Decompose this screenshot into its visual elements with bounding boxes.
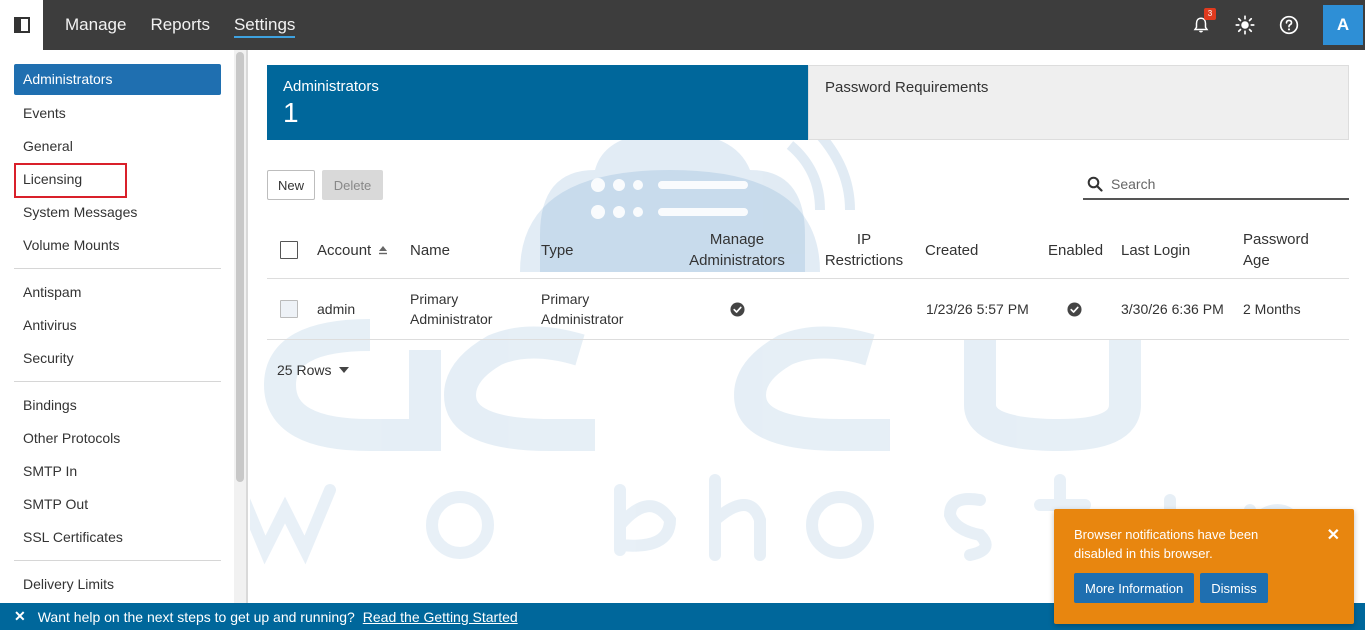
close-icon[interactable]: ✕ [14, 608, 26, 625]
sun-icon [1235, 15, 1255, 35]
check-icon [729, 301, 745, 317]
user-avatar[interactable]: A [1323, 5, 1363, 45]
select-all-checkbox[interactable] [280, 241, 298, 259]
search-icon [1087, 176, 1103, 192]
help-button[interactable] [1267, 0, 1311, 50]
cell-last-login: 3/30/26 6:36 PM [1121, 301, 1224, 317]
caret-down-icon [339, 367, 350, 373]
column-header-account[interactable]: Account [317, 222, 389, 278]
sidebar-toggle-icon [13, 17, 30, 33]
dismiss-button[interactable]: Dismiss [1200, 573, 1268, 603]
sidebar-item-other-protocols[interactable]: Other Protocols [14, 422, 221, 455]
new-button[interactable]: New [267, 170, 315, 200]
cell-account: admin [317, 301, 356, 317]
sidebar-list: Administrators Events General Licensing … [14, 64, 221, 601]
cell-ip-restrictions [819, 279, 909, 339]
cell-type: Primary Administrator [541, 291, 624, 327]
top-icons: 3 A [1179, 0, 1365, 50]
tab-administrators[interactable]: Administrators 1 [267, 65, 808, 140]
admin-tabs: Administrators 1 Password Requirements [267, 65, 1349, 140]
sidebar-item-general[interactable]: General [14, 130, 221, 163]
sidebar-divider [14, 381, 221, 382]
sidebar-item-smtp-out[interactable]: SMTP Out [14, 488, 221, 521]
search-box [1083, 170, 1349, 200]
sidebar-item-antispam[interactable]: Antispam [14, 276, 221, 309]
top-bar: Manage Reports Settings 3 A [0, 0, 1365, 50]
notification-badge: 3 [1204, 8, 1216, 20]
check-icon [1066, 301, 1082, 317]
theme-toggle-button[interactable] [1223, 0, 1267, 50]
rows-per-page-label: 25 Rows [277, 362, 332, 378]
notifications-button[interactable]: 3 [1179, 0, 1223, 50]
sidebar-item-administrators[interactable]: Administrators [14, 64, 221, 95]
sidebar-item-system-messages[interactable]: System Messages [14, 196, 221, 229]
sidebar-item-volume-mounts[interactable]: Volume Mounts [14, 229, 221, 262]
tab-label: Administrators [283, 78, 379, 95]
cell-manage-administrators [682, 279, 792, 339]
column-header-password-age[interactable]: Password Age [1243, 222, 1323, 278]
sidebar-item-security[interactable]: Security [14, 342, 221, 375]
column-header-name[interactable]: Name [410, 222, 450, 278]
column-header-last-login[interactable]: Last Login [1121, 222, 1190, 278]
help-icon [1279, 15, 1299, 35]
table-toolbar: New Delete [267, 170, 1349, 202]
settings-sidebar: Administrators Events General Licensing … [0, 50, 248, 603]
sidebar-item-ssl-certificates[interactable]: SSL Certificates [14, 521, 221, 554]
table-row[interactable]: admin Primary Administrator Primary Admi… [267, 279, 1349, 340]
table-header: Account Name Type Manage Administrators … [267, 222, 1349, 279]
toast-message: Browser notifications have been disabled… [1074, 527, 1259, 561]
sidebar-item-antivirus[interactable]: Antivirus [14, 309, 221, 342]
toast-actions: More Information Dismiss [1074, 573, 1268, 603]
cell-password-age: 2 Months [1243, 301, 1301, 317]
column-header-enabled[interactable]: Enabled [1048, 222, 1103, 278]
column-header-created[interactable]: Created [925, 222, 978, 278]
sidebar-item-delivery-limits[interactable]: Delivery Limits [14, 568, 221, 601]
column-header-ip-restrictions[interactable]: IP Restrictions [819, 222, 909, 278]
sidebar-item-bindings[interactable]: Bindings [14, 389, 221, 422]
column-label: Account [317, 241, 372, 259]
notification-toast: Browser notifications have been disabled… [1054, 509, 1354, 624]
nav-reports[interactable]: Reports [150, 0, 210, 50]
tab-label: Password Requirements [825, 79, 989, 96]
row-checkbox[interactable] [280, 300, 298, 318]
sidebar-item-smtp-in[interactable]: SMTP In [14, 455, 221, 488]
select-all-cell [280, 222, 298, 278]
sidebar-divider [14, 268, 221, 269]
sidebar-item-licensing[interactable]: Licensing [14, 163, 221, 198]
search-input[interactable] [1111, 176, 1341, 192]
column-header-manage-administrators[interactable]: Manage Administrators [682, 222, 792, 278]
sidebar-scrollbar-thumb[interactable] [236, 52, 244, 482]
toast-close-icon[interactable]: ✕ [1327, 525, 1340, 545]
nav-settings[interactable]: Settings [233, 0, 296, 50]
main-nav: Manage Reports Settings [65, 0, 296, 50]
getting-started-message: Want help on the next steps to get up an… [37, 608, 355, 625]
administrators-table: Account Name Type Manage Administrators … [267, 222, 1349, 340]
sidebar-item-label: Licensing [23, 171, 83, 187]
more-information-button[interactable]: More Information [1074, 573, 1195, 603]
nav-manage[interactable]: Manage [65, 0, 126, 50]
sort-ascending-icon [379, 246, 388, 255]
cell-created: 1/23/26 5:57 PM [926, 301, 1029, 317]
sidebar-toggle-button[interactable] [0, 0, 43, 50]
row-select-cell [280, 279, 298, 339]
administrators-count: 1 [283, 97, 299, 128]
getting-started-link[interactable]: Read the Getting Started [363, 609, 518, 625]
cell-enabled [1048, 279, 1100, 339]
column-header-type[interactable]: Type [541, 222, 574, 278]
tab-password-requirements[interactable]: Password Requirements [808, 65, 1349, 140]
delete-button[interactable]: Delete [322, 170, 383, 200]
sidebar-item-events[interactable]: Events [14, 97, 221, 130]
rows-per-page-select[interactable]: 25 Rows [277, 362, 350, 378]
cell-name: Primary Administrator [410, 291, 493, 327]
sidebar-divider [14, 560, 221, 561]
